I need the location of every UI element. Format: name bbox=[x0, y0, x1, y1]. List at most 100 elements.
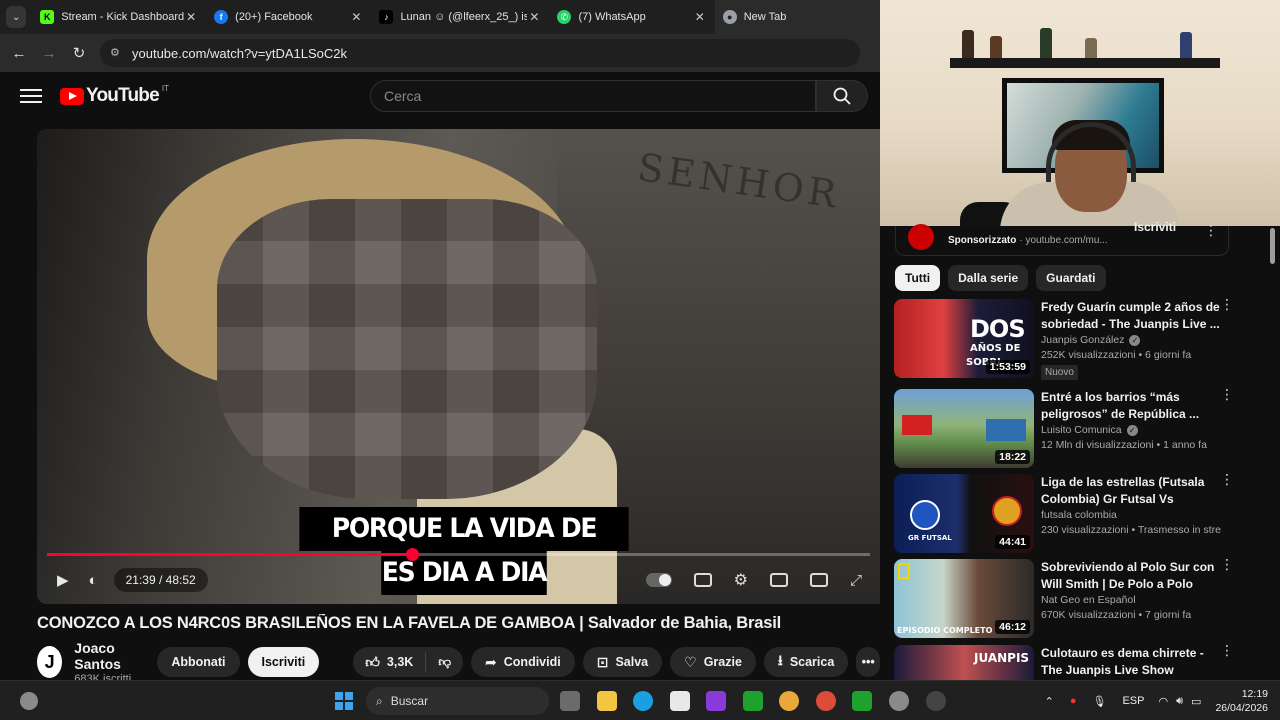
youtube-play-icon bbox=[60, 87, 84, 105]
wifi-icon[interactable]: ◠ bbox=[1158, 695, 1168, 708]
video-thumbnail[interactable]: JUANPIS bbox=[894, 645, 1034, 680]
video-title[interactable]: Liga de las estrellas (Futsala Colombia)… bbox=[1041, 474, 1221, 508]
edge-icon[interactable] bbox=[633, 691, 653, 711]
video-title[interactable]: Entré a los barrios “más peligrosos” de … bbox=[1041, 389, 1221, 423]
browser-tab-new-tab[interactable]: ● New Tab bbox=[714, 0, 880, 34]
file-explorer-icon[interactable] bbox=[597, 691, 617, 711]
recommendation-item[interactable]: GR FUTSAL 44:41 Liga de las estrellas (F… bbox=[894, 474, 1234, 554]
browser-tab-facebook[interactable]: f (20+) Facebook ✕ bbox=[206, 0, 371, 34]
windows-start-icon[interactable] bbox=[335, 692, 353, 710]
close-tab-icon[interactable]: ✕ bbox=[349, 10, 363, 24]
recommendation-item[interactable]: JUANPIS Culotauro es dema chirrete - The… bbox=[894, 645, 1234, 680]
microphone-icon[interactable]: 🎙︎ bbox=[1093, 695, 1107, 708]
video-thumbnail[interactable]: DOS AÑOS DE SOBRI 1:53:59 bbox=[894, 299, 1034, 378]
player-controls: ▶ ◐ 21:39 / 48:52 ⚙ ⤢ bbox=[37, 563, 880, 597]
scrollbar-thumb[interactable] bbox=[1270, 228, 1275, 264]
sidebar-scrollbar[interactable] bbox=[1268, 226, 1276, 676]
channel-avatar[interactable]: J bbox=[37, 646, 63, 678]
video-title[interactable]: Sobreviviendo al Polo Sur con Will Smith… bbox=[1041, 559, 1221, 593]
back-arrow-icon[interactable]: ← bbox=[4, 45, 34, 62]
join-button[interactable]: Abbonati bbox=[157, 647, 240, 677]
chrome-canary-icon[interactable] bbox=[779, 691, 799, 711]
tab-search-dropdown-button[interactable]: ⌄ bbox=[6, 6, 27, 28]
channel-name[interactable]: Juanpis González bbox=[1041, 334, 1124, 346]
close-tab-icon[interactable]: ✕ bbox=[527, 10, 541, 24]
bottle bbox=[962, 30, 974, 58]
download-button[interactable]: ⭳ Scarica bbox=[763, 647, 849, 677]
progress-scrubber[interactable] bbox=[405, 548, 419, 561]
settings-gear-icon[interactable]: ⚙ bbox=[734, 570, 748, 590]
language-indicator[interactable]: ESP bbox=[1122, 695, 1144, 707]
progress-bar[interactable] bbox=[47, 548, 870, 561]
task-view-icon[interactable] bbox=[560, 691, 580, 711]
recommendation-item[interactable]: EPISODIO COMPLETO 46:12 Sobreviviendo al… bbox=[894, 559, 1234, 639]
video-thumbnail[interactable]: EPISODIO COMPLETO 46:12 bbox=[894, 559, 1034, 638]
thanks-button[interactable]: ♡ Grazie bbox=[670, 647, 756, 677]
close-tab-icon[interactable]: ✕ bbox=[184, 10, 198, 24]
channel-name[interactable]: Joaco Santos bbox=[74, 640, 149, 672]
browser-tab-tiktok[interactable]: ♪ Lunan ☺ (@lfeerx_25_) is l ✕ bbox=[371, 0, 549, 34]
video-title[interactable]: Culotauro es dema chirrete - The Juanpis… bbox=[1041, 645, 1221, 679]
forward-arrow-icon[interactable]: → bbox=[34, 45, 64, 62]
theater-mode-icon[interactable] bbox=[769, 573, 788, 587]
youtube-logo[interactable]: YouTube IT bbox=[60, 84, 169, 107]
video-title[interactable]: Fredy Guarín cumple 2 años de sobriedad … bbox=[1041, 299, 1221, 333]
channel-info[interactable]: Joaco Santos 683K iscritti bbox=[74, 640, 149, 685]
ad-subscribe-button[interactable]: Iscriviti bbox=[1134, 220, 1176, 234]
menu-icon[interactable] bbox=[20, 85, 42, 107]
settings-icon[interactable] bbox=[889, 691, 909, 711]
address-bar[interactable]: ⚙ youtube.com/watch?v=ytDA1LSoC2k bbox=[100, 39, 860, 67]
taskbar-search-box[interactable]: ⌕ Buscar bbox=[366, 687, 549, 715]
search-input[interactable]: Cerca bbox=[370, 80, 816, 112]
battery-icon[interactable]: ▭ bbox=[1191, 695, 1201, 708]
recommendation-item[interactable]: DOS AÑOS DE SOBRI 1:53:59 Fredy Guarín c… bbox=[894, 299, 1234, 380]
chevron-up-icon[interactable]: ⌃ bbox=[1045, 695, 1054, 708]
notification-app-icon[interactable]: ● bbox=[1070, 695, 1077, 707]
chip-watched[interactable]: Guardati bbox=[1036, 265, 1106, 291]
search-button[interactable] bbox=[816, 80, 868, 112]
share-button[interactable]: ➦ Condividi bbox=[471, 647, 575, 677]
channel-name[interactable]: Luisito Comunica bbox=[1041, 424, 1122, 436]
chip-all[interactable]: Tutti bbox=[895, 265, 941, 291]
close-tab-icon[interactable]: ✕ bbox=[693, 10, 707, 24]
video-thumbnail[interactable]: GR FUTSAL 44:41 bbox=[894, 474, 1034, 553]
subscribe-button[interactable]: Iscriviti bbox=[247, 647, 320, 677]
more-vert-icon[interactable]: ⋮ bbox=[1220, 297, 1234, 311]
speaker-icon[interactable]: 🔊︎ bbox=[1176, 695, 1183, 708]
channel-name[interactable]: Nat Geo en Español bbox=[1041, 594, 1136, 606]
more-vert-icon[interactable]: ⋮ bbox=[1220, 557, 1234, 571]
more-vert-icon[interactable]: ⋮ bbox=[1204, 222, 1218, 239]
obs-icon[interactable] bbox=[926, 691, 946, 711]
autoplay-toggle[interactable] bbox=[645, 573, 672, 587]
xbox-icon[interactable] bbox=[743, 691, 763, 711]
site-info-icon[interactable]: ⚙ bbox=[110, 46, 124, 60]
dislike-button[interactable]: 👎︎ bbox=[426, 655, 463, 670]
volume-icon[interactable]: ◐ bbox=[89, 572, 98, 589]
sponsored-ad[interactable]: Sponsorizzato · youtube.com/mu... Iscriv… bbox=[895, 220, 1229, 256]
store-icon[interactable] bbox=[670, 691, 690, 711]
clock[interactable]: 12:19 26/04/2026 bbox=[1215, 687, 1268, 715]
play-icon[interactable]: ▶ bbox=[57, 571, 69, 589]
save-button[interactable]: ⊡ Salva bbox=[582, 647, 663, 677]
chip-from-series[interactable]: Dalla serie bbox=[948, 265, 1029, 291]
video-thumbnail[interactable]: 18:22 bbox=[894, 389, 1034, 468]
instagram-icon[interactable] bbox=[706, 691, 726, 711]
subtitles-icon[interactable] bbox=[693, 573, 712, 587]
video-player[interactable]: SENHOR PORQUE LA VIDA DE TRAFICANTE ES D… bbox=[37, 129, 880, 604]
cast-icon[interactable] bbox=[809, 573, 828, 587]
fullscreen-icon[interactable]: ⤢ bbox=[850, 572, 862, 589]
chrome-icon[interactable] bbox=[816, 691, 836, 711]
more-vert-icon[interactable]: ⋮ bbox=[1220, 387, 1234, 401]
more-actions-button[interactable]: ••• bbox=[856, 647, 880, 677]
browser-tab-kick[interactable]: K Stream - Kick Dashboard ✕ bbox=[32, 0, 206, 34]
channel-name[interactable]: futsala colombia bbox=[1041, 509, 1117, 521]
channel-line: Juanpis González ✓ bbox=[1041, 334, 1221, 346]
recommendation-item[interactable]: 18:22 Entré a los barrios “más peligroso… bbox=[894, 389, 1234, 469]
reload-icon[interactable]: ↻ bbox=[64, 44, 94, 62]
weather-widget-icon[interactable] bbox=[20, 691, 38, 710]
like-button[interactable]: 👍︎ 3,3K bbox=[353, 652, 427, 672]
browser-tab-whatsapp[interactable]: ✆ (7) WhatsApp ✕ bbox=[549, 0, 714, 34]
more-vert-icon[interactable]: ⋮ bbox=[1220, 472, 1234, 486]
more-vert-icon[interactable]: ⋮ bbox=[1220, 643, 1234, 657]
xbox-app-icon[interactable] bbox=[852, 691, 872, 711]
